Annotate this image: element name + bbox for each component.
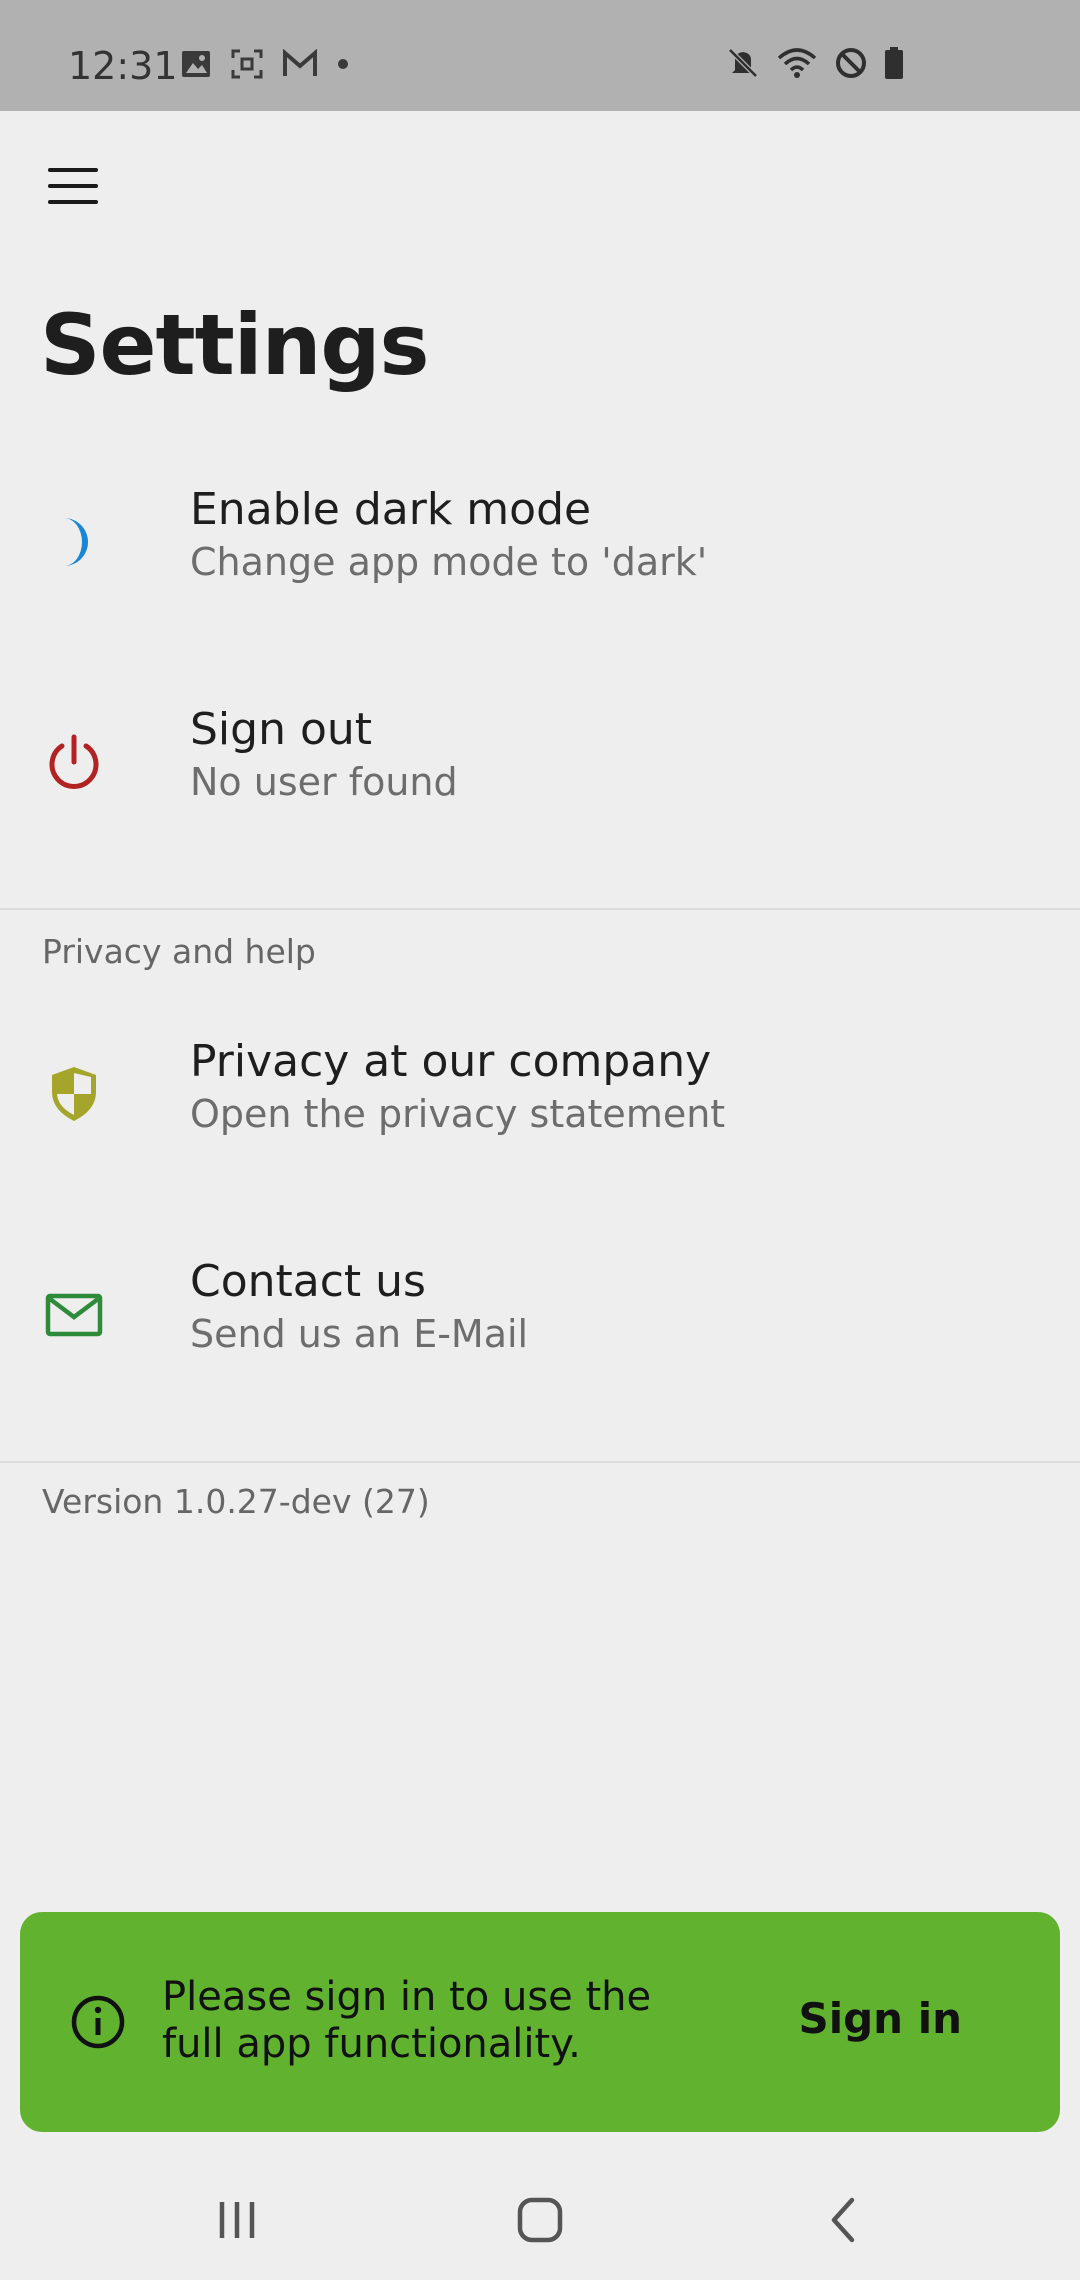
sign-in-snackbar: Please sign in to use the full app funct…	[20, 1912, 1060, 2132]
system-nav-bar	[0, 2150, 1080, 2280]
divider	[0, 1461, 1080, 1463]
hamburger-icon-bar	[48, 200, 98, 204]
sign-in-button[interactable]: Sign in	[798, 1994, 962, 2043]
screenshot-icon	[231, 49, 263, 79]
setting-sign-out[interactable]: Sign out No user found	[0, 672, 1080, 852]
recents-icon[interactable]	[202, 2190, 272, 2250]
back-icon[interactable]	[808, 2190, 878, 2250]
power-icon	[49, 734, 99, 789]
section-label-privacy-help: Privacy and help	[42, 932, 316, 971]
do-not-disturb-icon	[836, 48, 866, 78]
mute-icon	[728, 48, 758, 78]
status-time: 12:31	[68, 44, 178, 88]
contact-subtitle: Send us an E-Mail	[190, 1312, 529, 1356]
mail-icon	[45, 1293, 103, 1337]
status-bar: 12:31	[0, 0, 1080, 111]
hamburger-icon-bar	[48, 184, 98, 188]
wifi-icon	[777, 48, 817, 78]
gmail-icon	[283, 49, 317, 76]
divider	[0, 908, 1080, 910]
help-privacy[interactable]: Privacy at our company Open the privacy …	[0, 1004, 1080, 1184]
sign-out-subtitle: No user found	[190, 760, 458, 804]
page-title: Settings	[40, 296, 429, 394]
dot-icon	[338, 59, 348, 69]
dark-mode-title: Enable dark mode	[190, 484, 592, 535]
battery-icon	[885, 47, 903, 79]
menu-button[interactable]	[48, 168, 98, 204]
image-icon	[182, 51, 210, 77]
privacy-subtitle: Open the privacy statement	[190, 1092, 726, 1136]
help-contact[interactable]: Contact us Send us an E-Mail	[0, 1224, 1080, 1404]
info-icon	[71, 1995, 125, 2049]
shield-icon	[52, 1067, 96, 1121]
snackbar-message: Please sign in to use the full app funct…	[162, 1974, 652, 2067]
status-left-icons	[180, 48, 350, 80]
sign-out-title: Sign out	[190, 704, 373, 755]
dark-mode-subtitle: Change app mode to 'dark'	[190, 540, 708, 584]
privacy-title: Privacy at our company	[190, 1036, 712, 1087]
contact-title: Contact us	[190, 1256, 426, 1307]
status-right-icons	[726, 46, 904, 80]
setting-dark-mode[interactable]: Enable dark mode Change app mode to 'dar…	[0, 452, 1080, 632]
version-label: Version 1.0.27-dev (27)	[42, 1482, 430, 1521]
hamburger-icon	[48, 168, 98, 172]
moon-icon	[64, 518, 88, 566]
home-icon[interactable]	[505, 2190, 575, 2250]
